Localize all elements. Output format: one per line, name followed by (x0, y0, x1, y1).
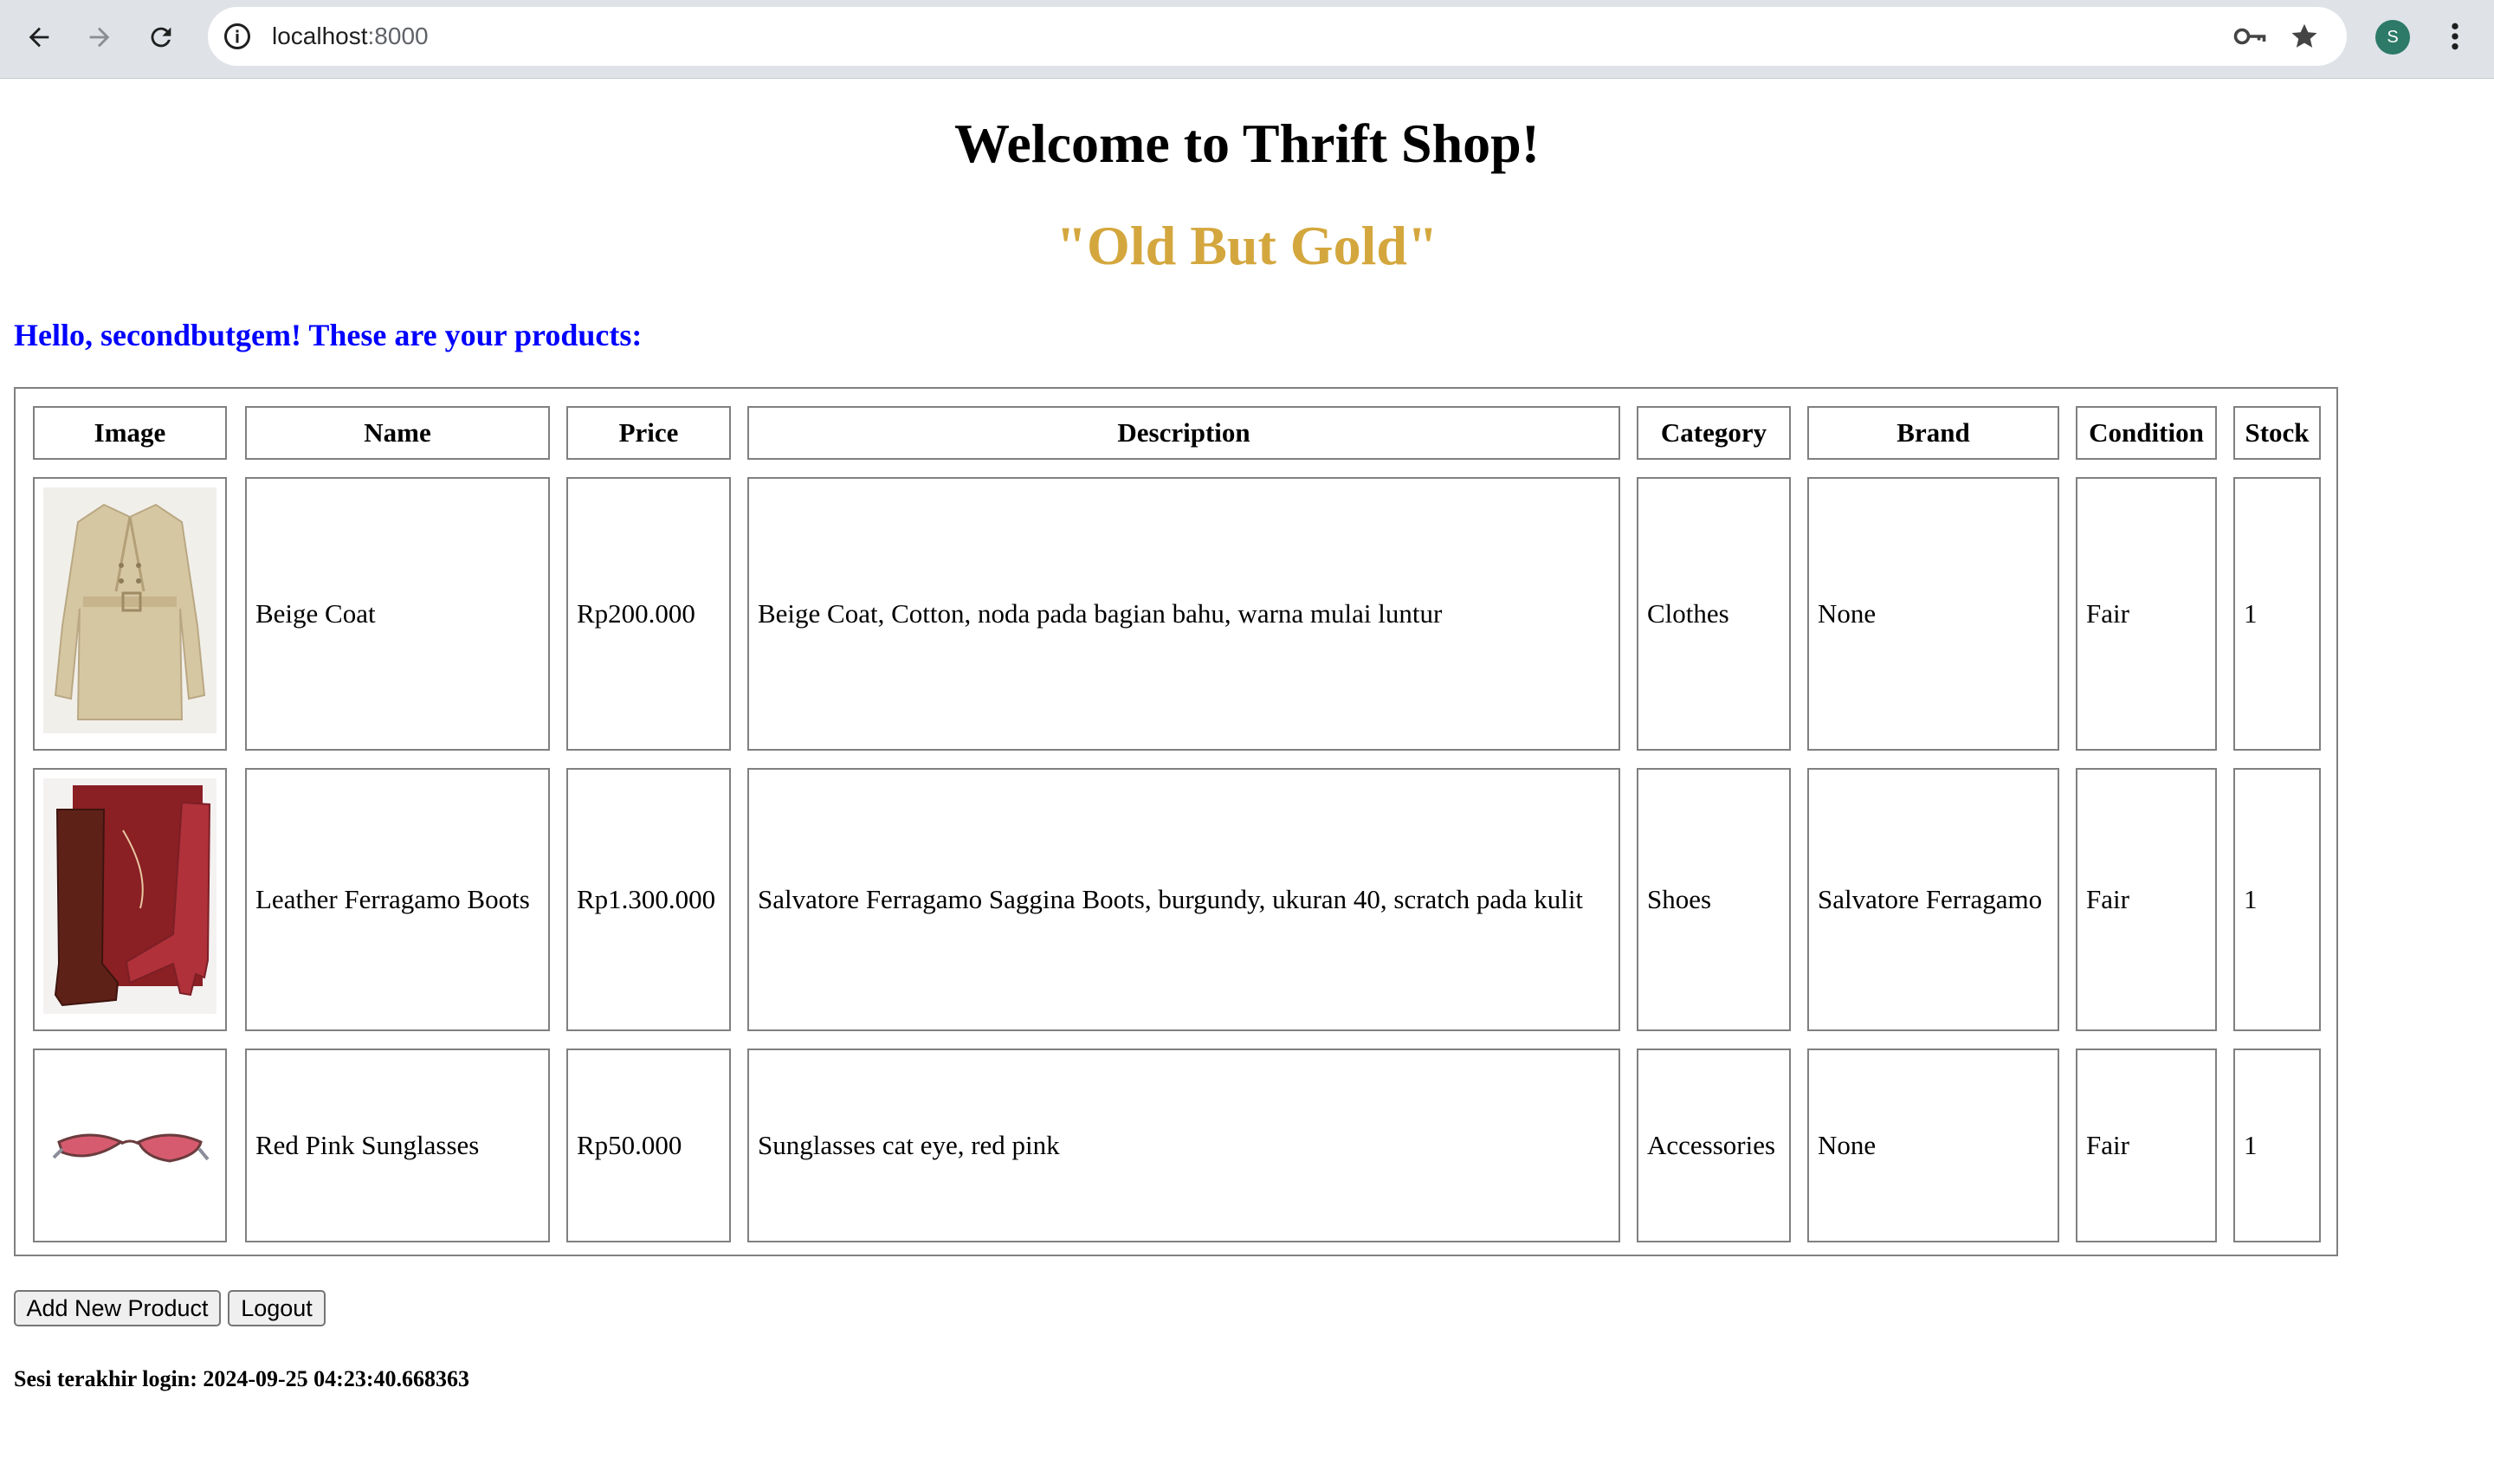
product-description-cell: Sunglasses cat eye, red pink (747, 1048, 1620, 1242)
ferragamo-boots-image (43, 778, 216, 1014)
shop-slogan: "Old But Gold" (1056, 215, 1438, 276)
product-brand-cell: None (1807, 477, 2059, 751)
back-arrow-icon (29, 27, 49, 48)
header-category: Category (1637, 406, 1791, 460)
logout-button[interactable]: Logout (228, 1290, 326, 1326)
product-category-cell: Accessories (1637, 1048, 1791, 1242)
page-content: Welcome to Thrift Shop! "Old But Gold" H… (0, 79, 2494, 1484)
product-condition-cell: Fair (2076, 1048, 2217, 1242)
url-host: localhost (272, 23, 368, 49)
sunglasses-image (43, 1059, 216, 1232)
product-image-cell (33, 1048, 227, 1242)
product-brand-cell: Salvatore Ferragamo (1807, 768, 2059, 1031)
beige-coat-image (43, 487, 216, 733)
product-condition-cell: Fair (2076, 477, 2217, 751)
url-text: localhost:8000 (272, 7, 429, 66)
header-price: Price (566, 406, 731, 460)
product-price-cell: Rp1.300.000 (566, 768, 731, 1031)
product-price-cell: Rp200.000 (566, 477, 731, 751)
back-button[interactable] (17, 16, 61, 59)
forward-button[interactable] (78, 16, 121, 59)
url-port: :8000 (367, 23, 429, 49)
product-name-cell: Beige Coat (245, 477, 550, 751)
product-name-cell: Red Pink Sunglasses (245, 1048, 550, 1242)
product-stock-cell: 1 (2233, 477, 2321, 751)
kebab-menu-icon[interactable] (2442, 19, 2468, 54)
page-title: Welcome to Thrift Shop! (953, 113, 1541, 174)
product-price-cell: Rp50.000 (566, 1048, 731, 1242)
product-stock-cell: 1 (2233, 1048, 2321, 1242)
product-description-cell: Salvatore Ferragamo Saggina Boots, burgu… (747, 768, 1620, 1031)
header-brand: Brand (1807, 406, 2059, 460)
product-image-cell (33, 768, 227, 1031)
product-category-cell: Shoes (1637, 768, 1791, 1031)
product-brand-cell: None (1807, 1048, 2059, 1242)
product-stock-cell: 1 (2233, 768, 2321, 1031)
reload-icon (151, 27, 171, 48)
last-login-text: Sesi terakhir login: 2024-09-25 04:23:40… (14, 1366, 469, 1391)
header-name: Name (245, 406, 550, 460)
products-table: Image Name Price Description Category Br… (14, 387, 2338, 1256)
header-image: Image (33, 406, 227, 460)
browser-toolbar: localhost:8000 S (0, 0, 2494, 79)
product-category-cell: Clothes (1637, 477, 1791, 751)
profile-avatar[interactable]: S (2375, 20, 2410, 55)
header-condition: Condition (2076, 406, 2217, 460)
product-name-cell: Leather Ferragamo Boots (245, 768, 550, 1031)
product-image-cell (33, 477, 227, 751)
header-stock: Stock (2233, 406, 2321, 460)
reload-button[interactable] (139, 16, 183, 59)
bookmark-star-icon[interactable] (2288, 21, 2321, 52)
forward-arrow-icon (89, 27, 110, 48)
site-info-icon[interactable] (222, 21, 253, 52)
product-condition-cell: Fair (2076, 768, 2217, 1031)
password-key-icon[interactable] (2232, 21, 2267, 52)
product-description-cell: Beige Coat, Cotton, noda pada bagian bah… (747, 477, 1620, 751)
add-new-product-button[interactable]: Add New Product (14, 1290, 221, 1326)
address-bar[interactable]: localhost:8000 (208, 7, 2347, 66)
header-description: Description (747, 406, 1620, 460)
greeting-text: Hello, secondbutgem! These are your prod… (14, 318, 643, 352)
